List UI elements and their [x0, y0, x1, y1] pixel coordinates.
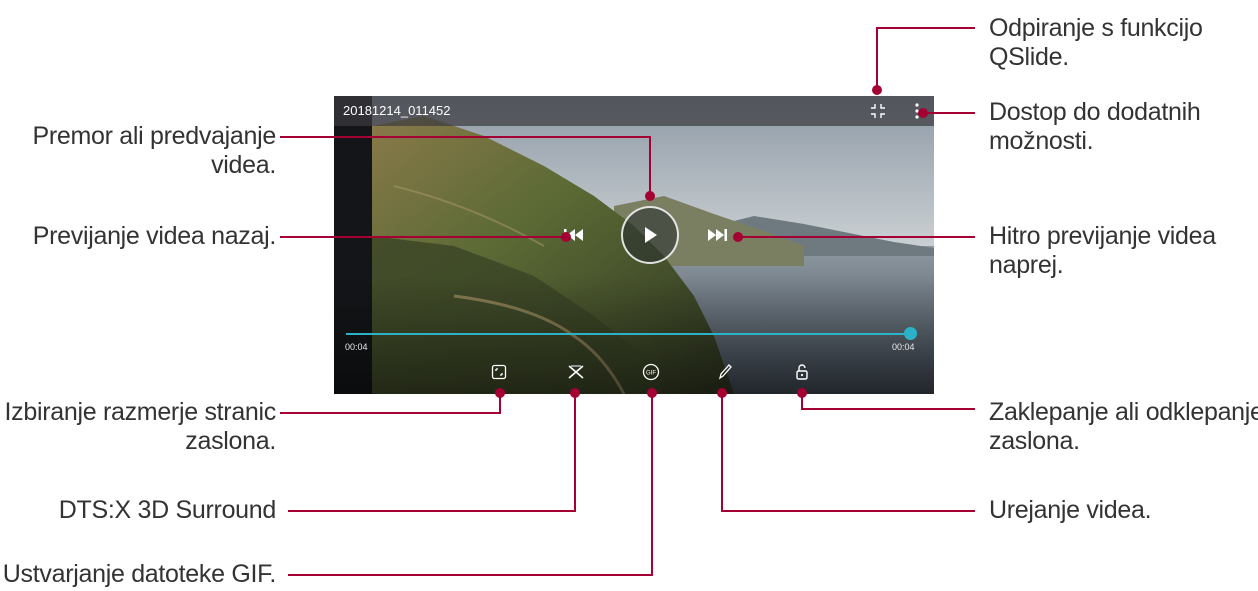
- video-file-title: 20181214_011452: [343, 103, 451, 118]
- dts-x-icon[interactable]: [564, 360, 588, 384]
- time-total: 00:04: [892, 342, 915, 352]
- video-player-screen: 20181214_011452 00:04 00:04 GIF: [334, 96, 934, 394]
- callout-dts: DTS:X 3D Surround: [58, 496, 277, 525]
- callout-pause-play: Premor ali predvajanje videa.: [32, 122, 276, 180]
- callout-edit-line1: Urejanje videa.: [989, 496, 1152, 524]
- callout-more-options: Dostop do dodatnih možnosti.: [989, 98, 1201, 156]
- callout-fast-forward: Hitro previjanje videa naprej.: [989, 222, 1216, 280]
- callout-pause-line1: Premor ali predvajanje: [32, 122, 276, 150]
- top-bar: 20181214_011452: [334, 96, 934, 126]
- callout-rewind: Previjanje videa nazaj.: [32, 222, 277, 251]
- callout-edit: Urejanje videa.: [989, 496, 1152, 525]
- callout-pause-line2: videa.: [211, 151, 276, 179]
- callout-qslide-line2: QSlide.: [989, 43, 1069, 71]
- pencil-icon[interactable]: [713, 360, 737, 384]
- callout-lock: Zaklepanje ali odklepanje zaslona.: [989, 398, 1258, 456]
- callout-more-line2: možnosti.: [989, 127, 1094, 155]
- seek-progress: [346, 333, 911, 335]
- callout-aspect-line2: zaslona.: [185, 427, 276, 455]
- callout-aspect-ratio: Izbiranje razmerje stranic zaslona.: [4, 398, 277, 456]
- callout-gif: Ustvarjanje datoteke GIF.: [2, 560, 277, 589]
- callout-qslide-line1: Odpiranje s funkcijo: [989, 14, 1203, 42]
- time-elapsed: 00:04: [345, 342, 368, 352]
- fast-forward-icon[interactable]: [702, 223, 732, 247]
- lock-icon[interactable]: [790, 360, 814, 384]
- play-icon: [645, 227, 657, 243]
- seek-bar[interactable]: [346, 327, 918, 340]
- callout-qslide: Odpiranje s funkcijo QSlide.: [989, 14, 1203, 72]
- callout-aspect-line1: Izbiranje razmerje stranic: [4, 398, 277, 426]
- callout-forward-line1: Hitro previjanje videa: [989, 222, 1216, 250]
- play-button[interactable]: [621, 206, 679, 264]
- callout-gif-line1: Ustvarjanje datoteke GIF.: [2, 560, 277, 588]
- svg-text:GIF: GIF: [646, 371, 656, 377]
- callout-more-line1: Dostop do dodatnih: [989, 98, 1201, 126]
- gif-icon[interactable]: GIF: [639, 360, 663, 384]
- callout-rewind-line1: Previjanje videa nazaj.: [32, 222, 277, 250]
- callout-lock-line1: Zaklepanje ali odklepanje: [989, 398, 1258, 426]
- callout-forward-line2: naprej.: [989, 251, 1064, 279]
- callout-lock-line2: zaslona.: [989, 427, 1080, 455]
- rewind-icon[interactable]: [559, 223, 589, 247]
- more-options-icon[interactable]: [908, 99, 926, 123]
- callout-dts-line1: DTS:X 3D Surround: [58, 496, 277, 524]
- qslide-icon[interactable]: [866, 99, 890, 123]
- aspect-ratio-icon[interactable]: [487, 360, 511, 384]
